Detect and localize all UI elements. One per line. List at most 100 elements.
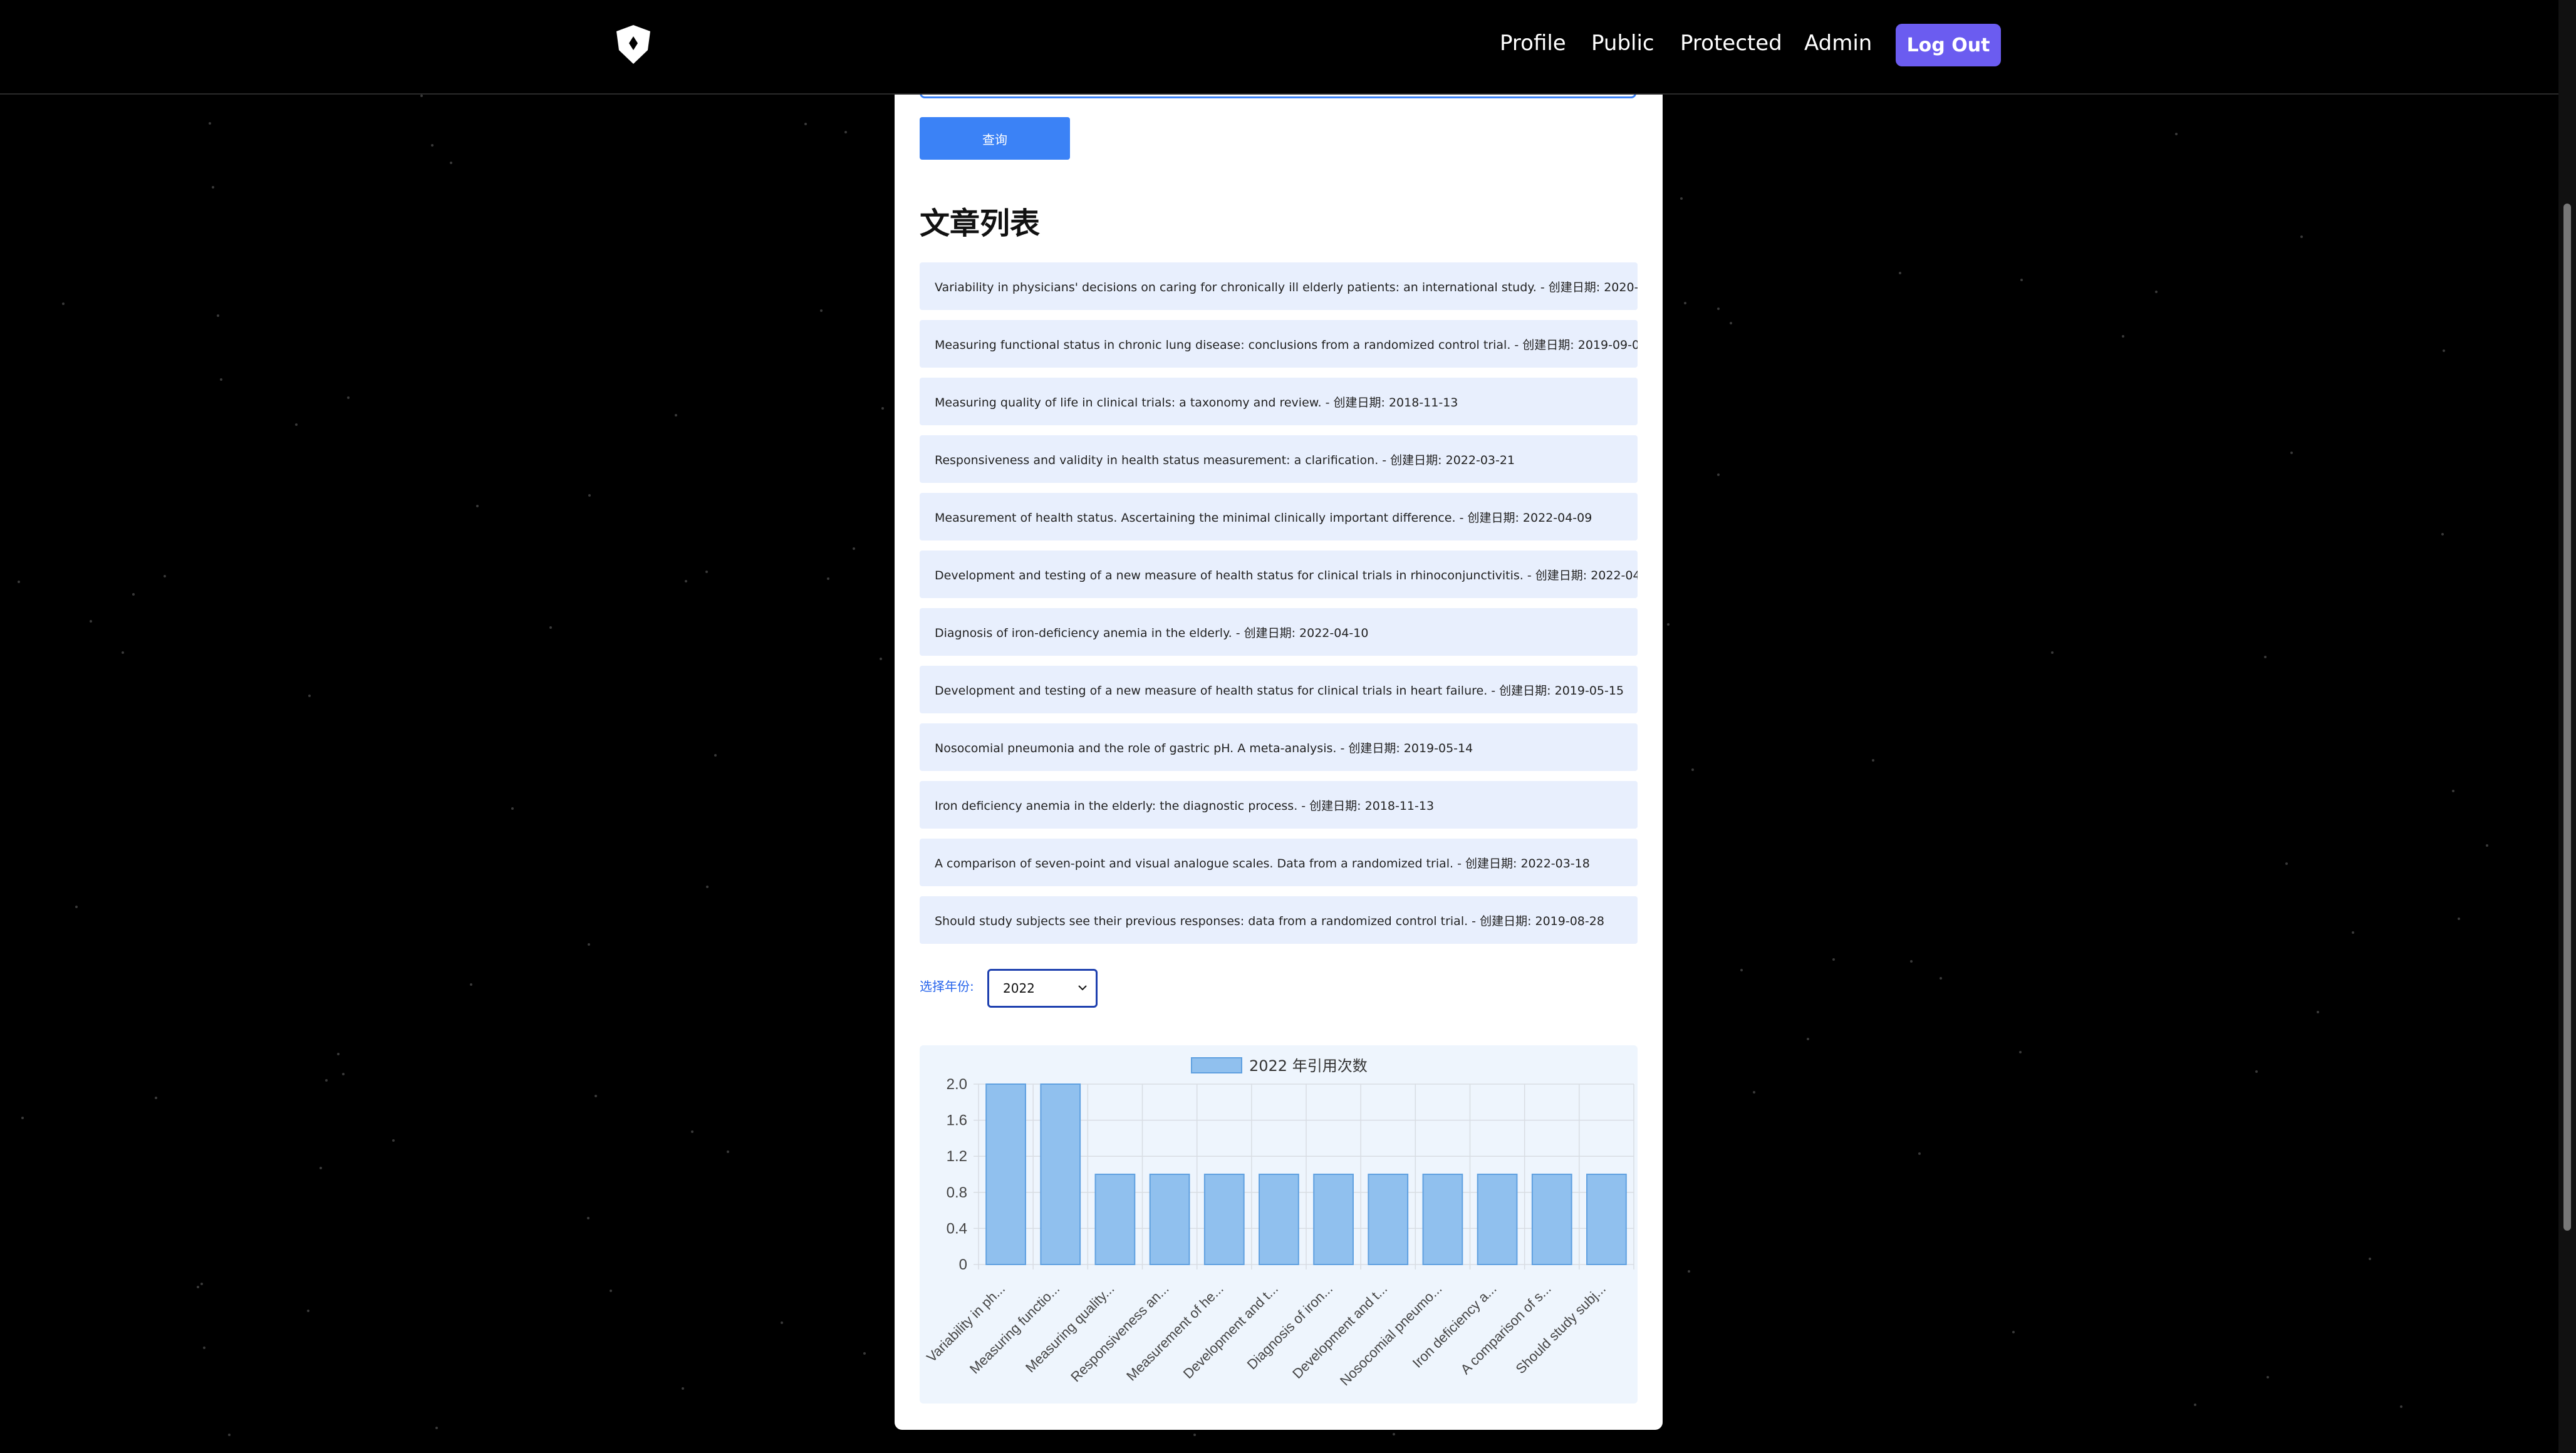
article-list-item[interactable]: Diagnosis of iron-deficiency anemia in t… <box>920 608 1638 656</box>
article-list-item[interactable]: Measurement of health status. Ascertaini… <box>920 493 1638 540</box>
main-card: 查询 文章列表 Variability in physicians' decis… <box>895 93 1663 1430</box>
star-dot <box>2194 1404 2196 1406</box>
star-dot <box>392 1139 395 1142</box>
star-dot <box>347 396 350 399</box>
x-tick-label: Should study subj... <box>1512 1281 1608 1377</box>
article-list-item[interactable]: Measuring functional status in chronic l… <box>920 320 1638 368</box>
year-select[interactable]: 2022 <box>987 969 1098 1008</box>
star-dot <box>476 505 479 507</box>
star-dot <box>863 1352 866 1355</box>
legend-swatch <box>1191 1057 1242 1073</box>
citation-chart: 2022 年引用次数 0 0.4 0.8 1.2 1.6 2.0 Variability in… <box>920 1045 1638 1404</box>
article-list-item[interactable]: Development and testing of a new measure… <box>920 551 1638 598</box>
article-list-item[interactable]: A comparison of seven-point and visual a… <box>920 839 1638 886</box>
nav-protected-link[interactable]: Protected <box>1680 28 1782 59</box>
star-dot <box>675 414 677 416</box>
star-dot <box>1680 197 1683 200</box>
bar <box>985 1083 1026 1265</box>
y-tick-label: 1.6 <box>947 1112 967 1129</box>
scrollbar-thumb[interactable] <box>2563 204 2571 1231</box>
star-dot <box>2012 1331 2015 1333</box>
star-dot <box>431 144 434 147</box>
bar <box>1531 1174 1572 1265</box>
star-dot <box>2019 1051 2022 1053</box>
x-tick-label: Development and t... <box>1289 1281 1390 1382</box>
star-dot <box>682 1387 684 1390</box>
star-dot <box>21 1117 24 1119</box>
star-dot <box>2051 651 2054 654</box>
nav-public-link[interactable]: Public <box>1591 28 1654 59</box>
x-tick-label: Nosocomial pneumo... <box>1337 1281 1445 1388</box>
star-dot <box>1740 969 1743 971</box>
star-dot <box>1899 272 1901 274</box>
star-dot <box>2300 235 2303 238</box>
star-dot <box>1717 473 1720 476</box>
star-dot <box>325 1079 328 1082</box>
star-dot <box>727 1151 729 1153</box>
star-dot <box>75 906 78 908</box>
star-dot <box>1807 1038 1809 1040</box>
star-dot <box>90 620 92 623</box>
star-dot <box>691 1130 693 1133</box>
star-dot <box>2452 790 2454 792</box>
star-dot <box>62 302 65 305</box>
article-list-item[interactable]: Nosocomial pneumonia and the role of gas… <box>920 723 1638 771</box>
star-dot <box>1910 960 1913 963</box>
star-dot <box>1940 977 1942 980</box>
star-dot <box>1753 1091 1755 1094</box>
star-dot <box>420 95 423 97</box>
star-dot <box>155 1097 157 1099</box>
star-dot <box>337 1053 340 1055</box>
bar <box>1368 1174 1409 1265</box>
article-list-item[interactable]: Measuring quality of life in clinical tr… <box>920 378 1638 425</box>
star-dot <box>595 1095 597 1097</box>
article-list-item[interactable]: Variability in physicians' decisions on … <box>920 262 1638 310</box>
logout-button[interactable]: Log Out <box>1896 24 2001 66</box>
star-dot <box>820 309 823 312</box>
article-list-item[interactable]: Iron deficiency anemia in the elderly: t… <box>920 781 1638 829</box>
shield-logo-icon[interactable] <box>611 23 655 66</box>
page-scrollbar[interactable] <box>2558 0 2576 1453</box>
article-list-item[interactable]: Should study subjects see their previous… <box>920 896 1638 944</box>
query-button[interactable]: 查询 <box>920 117 1070 160</box>
y-tick-label: 1.2 <box>947 1148 967 1165</box>
bar <box>1094 1174 1136 1265</box>
star-dot <box>714 754 717 757</box>
x-tick-label: Measurement of he... <box>1123 1281 1227 1384</box>
star-dot <box>2441 533 2444 535</box>
star-dot <box>209 122 211 125</box>
star-dot <box>2020 279 2023 281</box>
star-dot <box>319 1167 322 1169</box>
star-dot <box>132 593 135 596</box>
star-dot <box>587 1217 589 1219</box>
y-tick-label: 0 <box>959 1256 967 1273</box>
article-list-title: 文章列表 <box>920 206 1041 241</box>
star-dot <box>435 1427 438 1429</box>
star-dot <box>1684 302 1686 304</box>
star-dot <box>705 571 708 573</box>
star-dot <box>203 1347 205 1349</box>
star-dot <box>2290 452 2293 454</box>
star-dot <box>2255 1070 2258 1073</box>
y-tick-label: 0.8 <box>947 1184 967 1201</box>
chevron-down-icon <box>1078 985 1087 991</box>
y-tick-label: 2.0 <box>947 1076 967 1093</box>
star-dot <box>2267 1376 2269 1378</box>
nav-profile-link[interactable]: Profile <box>1500 28 1566 59</box>
article-list-item[interactable]: Development and testing of a new measure… <box>920 666 1638 713</box>
bar <box>1203 1174 1245 1265</box>
star-dot <box>212 186 214 189</box>
star-dot <box>1193 1434 1196 1436</box>
article-list-item[interactable]: Responsiveness and validity in health st… <box>920 435 1638 483</box>
star-dot <box>200 1283 203 1285</box>
star-dot <box>880 658 882 660</box>
star-dot <box>2122 335 2124 338</box>
star-dot <box>881 407 884 410</box>
bar <box>1422 1174 1463 1265</box>
x-tick-label: A comparison of s... <box>1457 1281 1554 1377</box>
bar <box>1259 1174 1299 1265</box>
star-dot <box>122 651 124 654</box>
star-dot <box>450 162 452 164</box>
nav-admin-link[interactable]: Admin <box>1804 28 1872 59</box>
star-dot <box>470 983 472 986</box>
